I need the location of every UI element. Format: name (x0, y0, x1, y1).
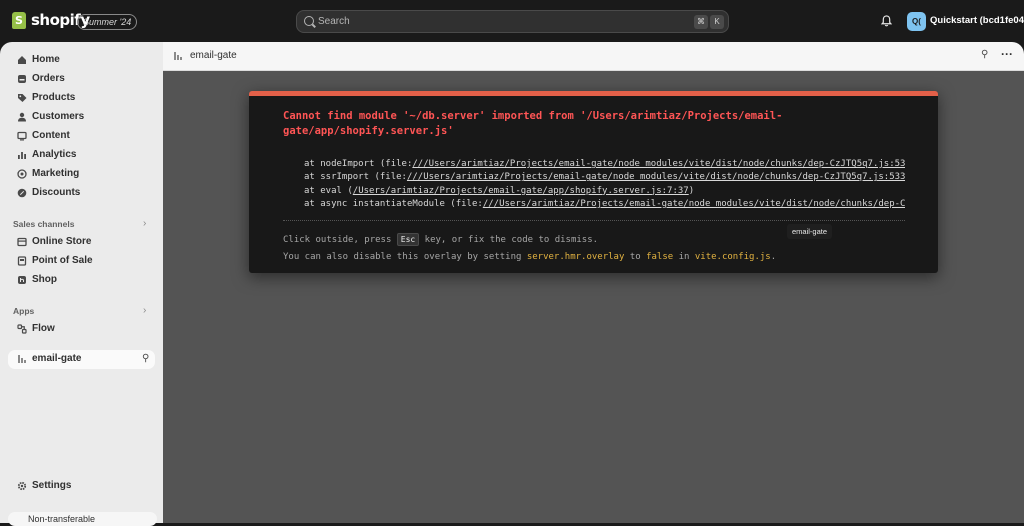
edition-badge[interactable]: Summer '24 (77, 14, 138, 30)
orders-icon (18, 75, 26, 83)
sidebar-item-label: Customers (32, 111, 85, 122)
flow-icon (17, 324, 27, 334)
avatar[interactable]: Q( (907, 12, 926, 31)
sidebar-item-label: Home (32, 54, 60, 65)
frame-text: at ssrImport (file: (304, 172, 407, 183)
shop-icon (18, 276, 26, 284)
app-icon (174, 52, 182, 60)
tip-line-1: Click outside, press Esc key, or fix the… (283, 232, 776, 249)
search-icon (304, 16, 314, 26)
sidebar-item-label: Shop (32, 274, 57, 285)
pos-icon (17, 256, 27, 266)
frame-suffix: ) (688, 185, 695, 196)
store-status-banner[interactable]: Non-transferable (8, 512, 157, 526)
sidebar-item-orders[interactable]: Orders (8, 70, 155, 89)
sidebar-item-email-gate[interactable]: email-gate ⚲ (8, 350, 155, 369)
stack-trace: at nodeImport (file:///Users/arimtiaz/Pr… (283, 158, 905, 211)
chart-icon (18, 152, 26, 159)
tip-text: to (629, 252, 641, 262)
sidebar-item-shop[interactable]: Shop (8, 271, 155, 290)
stack-frame: at ssrImport (file:///Users/arimtiaz/Pro… (283, 171, 905, 184)
sidebar-item-discounts[interactable]: Discounts (8, 184, 155, 203)
frame-text: at eval ( (304, 185, 353, 196)
content-icon (17, 131, 27, 141)
sidebar-item-customers[interactable]: Customers (8, 108, 155, 127)
divider (283, 220, 905, 221)
pin-icon[interactable]: ⚲ (142, 353, 149, 364)
sidebar-item-label: Flow (32, 323, 55, 334)
sidebar-item-label: Marketing (32, 168, 80, 179)
sidebar-item-label: Settings (32, 480, 72, 491)
tag-icon (18, 94, 27, 102)
sidebar-item-products[interactable]: Products (8, 89, 155, 108)
sidebar-item-label: Content (32, 130, 70, 141)
frame-text: at nodeImport (file: (304, 159, 413, 169)
esc-key: Esc (396, 233, 420, 246)
frame-link[interactable]: ///Users/arimtiaz/Projects/email-gate/no… (412, 159, 905, 169)
store-name[interactable]: Quickstart (bcd1fe04) (930, 15, 1024, 26)
app-grid-icon (18, 355, 26, 363)
tip-text: key, or fix the code to dismiss. (424, 235, 599, 245)
tooltip: email-gate (787, 224, 833, 239)
k-key: K (710, 15, 724, 29)
error-message: Cannot find module '~/db.server' importe… (283, 110, 783, 137)
page-title: email-gate (190, 50, 237, 61)
stack-frame: at nodeImport (file:///Users/arimtiaz/Pr… (283, 158, 905, 171)
sidebar-item-label: Point of Sale (32, 255, 93, 266)
sidebar-item-analytics[interactable]: Analytics (8, 146, 155, 165)
chevron-right-icon[interactable]: › (143, 305, 146, 316)
more-actions-icon[interactable]: ··· (1001, 47, 1013, 61)
tip-text: You can also disable this overlay by set… (283, 252, 522, 262)
config-file: vite.config.js (694, 252, 771, 262)
gear-icon (17, 481, 27, 491)
frame-link[interactable]: ///Users/arimtiaz/Projects/email-gate/no… (483, 199, 905, 209)
dismiss-tip: Click outside, press Esc key, or fix the… (283, 232, 776, 266)
app-header: email-gate ⚲ ··· (163, 42, 1024, 71)
store-icon (17, 237, 27, 247)
sidebar-item-label: Products (32, 92, 76, 103)
sidebar: Home Orders Products Customers Content A… (0, 42, 163, 523)
stack-frame: at async instantiateModule (file:///User… (283, 198, 905, 211)
bell-icon[interactable] (881, 15, 892, 27)
error-overlay[interactable]: Cannot find module '~/db.server' importe… (249, 91, 938, 273)
sidebar-item-label: Orders (32, 73, 65, 84)
stack-frame: at eval (/Users/arimtiaz/Projects/email-… (283, 185, 905, 198)
pin-icon[interactable]: ⚲ (981, 49, 988, 60)
discount-icon (17, 188, 27, 198)
frame-text: at async instantiateModule (file: (304, 198, 483, 209)
sidebar-item-point-of-sale[interactable]: Point of Sale (8, 252, 155, 271)
sidebar-item-label: Discounts (32, 187, 81, 198)
sidebar-item-content[interactable]: Content (8, 127, 155, 146)
frame-link[interactable]: ///Users/arimtiaz/Projects/email-gate/no… (407, 172, 905, 182)
search-input[interactable]: Search ⌘ K (296, 10, 729, 33)
frame-link[interactable]: /Users/arimtiaz/Projects/email-gate/app/… (353, 186, 689, 196)
sales-channels-heading: Sales channels (13, 219, 75, 229)
sidebar-item-home[interactable]: Home (8, 51, 155, 70)
sidebar-item-flow[interactable]: Flow (8, 320, 155, 339)
shopify-bag-icon (12, 11, 26, 29)
sidebar-item-label: email-gate (32, 353, 82, 364)
home-icon (18, 56, 26, 64)
tip-line-2: You can also disable this overlay by set… (283, 249, 776, 266)
person-icon (18, 112, 26, 122)
chevron-right-icon[interactable]: › (143, 218, 146, 229)
top-bar: shopify Summer '24 Search ⌘ K Q( Quickst… (0, 0, 1024, 42)
config-key: server.hmr.overlay (526, 252, 625, 262)
tip-text: in (678, 252, 690, 262)
tip-text: . (770, 252, 777, 262)
apps-heading: Apps (13, 306, 35, 316)
sidebar-item-online-store[interactable]: Online Store (8, 233, 155, 252)
command-key: ⌘ (694, 15, 708, 29)
search-placeholder: Search (318, 16, 350, 27)
config-value: false (646, 252, 674, 262)
sidebar-item-marketing[interactable]: Marketing (8, 165, 155, 184)
target-icon (17, 169, 27, 179)
sidebar-item-settings[interactable]: Settings (8, 477, 155, 496)
sidebar-item-label: Analytics (32, 149, 77, 160)
tip-text: Click outside, press (283, 235, 392, 245)
sidebar-item-label: Online Store (32, 236, 92, 247)
